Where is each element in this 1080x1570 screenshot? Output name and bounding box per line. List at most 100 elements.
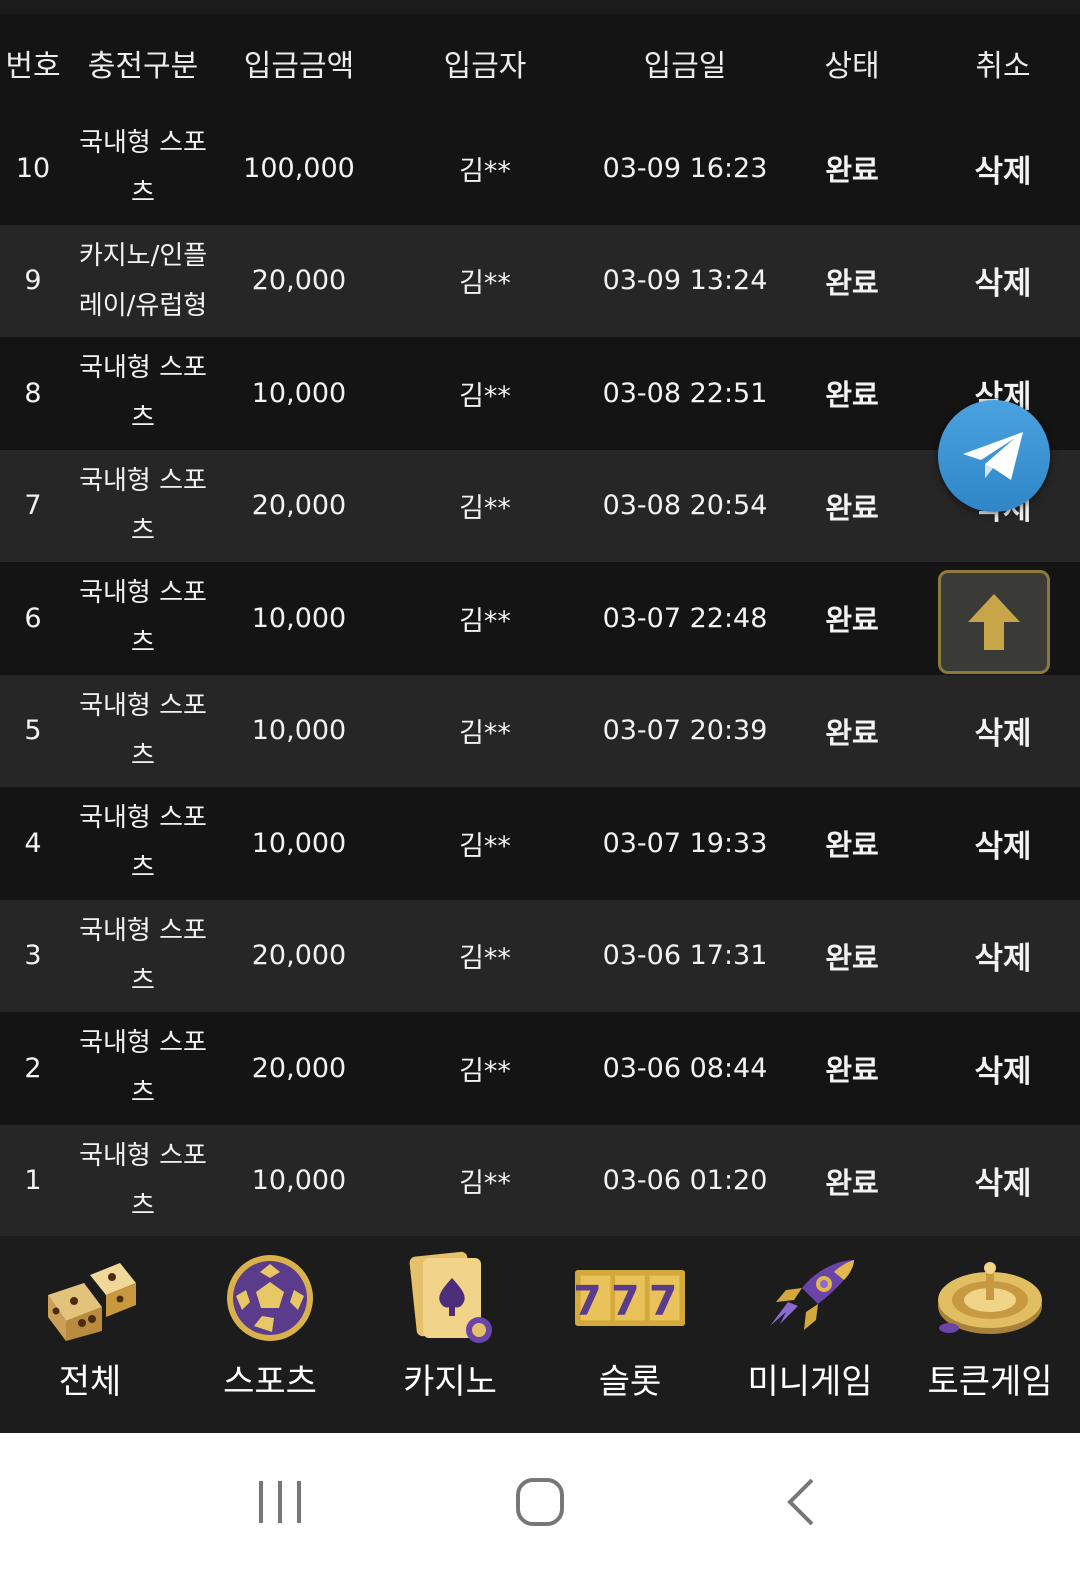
row-depositor: 김**: [459, 1168, 511, 1200]
scroll-top-button[interactable]: [938, 570, 1050, 674]
row-amount: 20,000: [251, 265, 347, 297]
category-label: 슬롯: [598, 1362, 662, 1402]
table-row: 2 국내형 스포츠 20,000 김** 03-06 08:44 완료 삭제: [0, 1012, 1080, 1125]
table-row: 1 국내형 스포츠 10,000 김** 03-06 01:20 완료 삭제: [0, 1124, 1080, 1238]
row-amount: 10,000: [251, 602, 347, 634]
row-amount: 10,000: [251, 715, 347, 747]
row-type: 카지노/인플레이/유럽형: [78, 240, 208, 321]
row-status: 완료: [825, 265, 879, 300]
back-button[interactable]: [760, 1462, 840, 1542]
row-type: 국내형 스포츠: [79, 353, 207, 434]
category-token-game[interactable]: 토큰게임: [900, 1236, 1080, 1433]
row-type: 국내형 스포츠: [79, 690, 207, 771]
soccer-ball-icon: [215, 1250, 325, 1346]
delete-button[interactable]: 삭제: [926, 1012, 1080, 1125]
row-no: 8: [24, 377, 42, 409]
header-type: 충전구분: [87, 49, 199, 84]
category-slot[interactable]: 777 슬롯: [540, 1236, 720, 1433]
category-casino[interactable]: 카지노: [360, 1236, 540, 1433]
row-date: 03-06 17:31: [602, 940, 768, 972]
header-cancel: 취소: [975, 49, 1031, 84]
row-date: 03-06 08:44: [602, 1052, 768, 1084]
category-all[interactable]: 전체: [0, 1236, 180, 1433]
game-category-bar: 전체 스포츠 카지노 777 슬롯 미니게임 토큰게임: [0, 1236, 1080, 1433]
home-icon: [516, 1477, 564, 1526]
table-row: 9 카지노/인플레이/유럽형 20,000 김** 03-09 13:24 완료…: [0, 224, 1080, 338]
row-status: 완료: [825, 153, 879, 188]
header-depositor: 입금자: [443, 49, 527, 84]
row-no: 1: [24, 1165, 42, 1197]
row-date: 03-07 19:33: [602, 827, 768, 859]
delete-button[interactable]: 삭제: [926, 900, 1080, 1013]
row-amount: 10,000: [251, 827, 347, 859]
delete-button[interactable]: 삭제: [926, 1125, 1080, 1238]
category-minigame[interactable]: 미니게임: [720, 1236, 900, 1433]
delete-button[interactable]: 삭제: [926, 225, 1080, 338]
table-row: 8 국내형 스포츠 10,000 김** 03-08 22:51 완료 삭제: [0, 337, 1080, 450]
system-navigation-bar: [0, 1433, 1080, 1570]
row-depositor: 김**: [459, 268, 511, 300]
row-type: 국내형 스포츠: [79, 578, 207, 659]
table-row: 4 국내형 스포츠 10,000 김** 03-07 19:33 완료 삭제: [0, 787, 1080, 900]
row-depositor: 김**: [459, 943, 511, 975]
row-depositor: 김**: [459, 605, 511, 637]
row-no: 4: [24, 827, 42, 859]
slot-text: 777: [575, 1277, 685, 1325]
row-type: 국내형 스포츠: [79, 1028, 207, 1109]
row-amount: 10,000: [251, 377, 347, 409]
row-status: 완료: [825, 490, 879, 525]
table-row: 3 국내형 스포츠 20,000 김** 03-06 17:31 완료 삭제: [0, 899, 1080, 1013]
row-depositor: 김**: [459, 493, 511, 525]
row-amount: 20,000: [251, 490, 347, 522]
row-depositor: 김**: [459, 718, 511, 750]
header-amount: 입금금액: [243, 49, 355, 84]
row-depositor: 김**: [459, 830, 511, 862]
header-date: 입금일: [643, 49, 727, 84]
row-no: 5: [24, 715, 42, 747]
row-date: 03-09 13:24: [602, 265, 768, 297]
back-icon: [787, 1478, 814, 1525]
telegram-icon: [963, 432, 1023, 480]
row-no: 9: [24, 265, 42, 297]
category-label: 카지노: [403, 1362, 497, 1402]
row-type: 국내형 스포츠: [79, 915, 207, 996]
row-date: 03-06 01:20: [602, 1165, 768, 1197]
category-label: 토큰게임: [927, 1362, 1053, 1402]
table-header: 번호 충전구분 입금금액 입금자 입금일 상태 취소: [0, 14, 1080, 112]
deposit-history-table: 번호 충전구분 입금금액 입금자 입금일 상태 취소 10 국내형 스포츠 10…: [0, 14, 1080, 1237]
row-no: 7: [24, 490, 42, 522]
roulette-icon: [935, 1250, 1045, 1346]
row-amount: 20,000: [251, 940, 347, 972]
row-amount: 20,000: [251, 1052, 347, 1084]
row-no: 3: [24, 940, 42, 972]
playing-cards-icon: [395, 1250, 505, 1346]
category-label: 미니게임: [747, 1362, 873, 1402]
row-depositor: 김**: [459, 155, 511, 187]
table-row: 5 국내형 스포츠 10,000 김** 03-07 20:39 완료 삭제: [0, 674, 1080, 788]
table-row: 10 국내형 스포츠 100,000 김** 03-09 16:23 완료 삭제: [0, 112, 1080, 225]
row-date: 03-09 16:23: [602, 152, 768, 184]
row-status: 완료: [825, 378, 879, 413]
telegram-button[interactable]: [938, 400, 1050, 512]
row-date: 03-08 22:51: [602, 377, 768, 409]
home-button[interactable]: [500, 1462, 580, 1542]
category-label: 전체: [58, 1362, 122, 1402]
recent-apps-button[interactable]: [240, 1462, 320, 1542]
header-no: 번호: [5, 49, 61, 84]
row-no: 2: [24, 1052, 42, 1084]
row-type: 국내형 스포츠: [79, 465, 207, 546]
delete-button[interactable]: 삭제: [926, 787, 1080, 900]
row-type: 국내형 스포츠: [79, 803, 207, 884]
row-type: 국내형 스포츠: [79, 128, 207, 209]
row-status: 완료: [825, 1165, 879, 1200]
delete-button[interactable]: 삭제: [926, 675, 1080, 788]
row-amount: 10,000: [251, 1165, 347, 1197]
row-date: 03-07 20:39: [602, 715, 768, 747]
row-status: 완료: [825, 940, 879, 975]
row-no: 10: [15, 152, 51, 184]
delete-button[interactable]: 삭제: [926, 112, 1080, 225]
top-strip: [0, 0, 1080, 14]
row-depositor: 김**: [459, 380, 511, 412]
category-sports[interactable]: 스포츠: [180, 1236, 360, 1433]
row-date: 03-07 22:48: [602, 602, 768, 634]
